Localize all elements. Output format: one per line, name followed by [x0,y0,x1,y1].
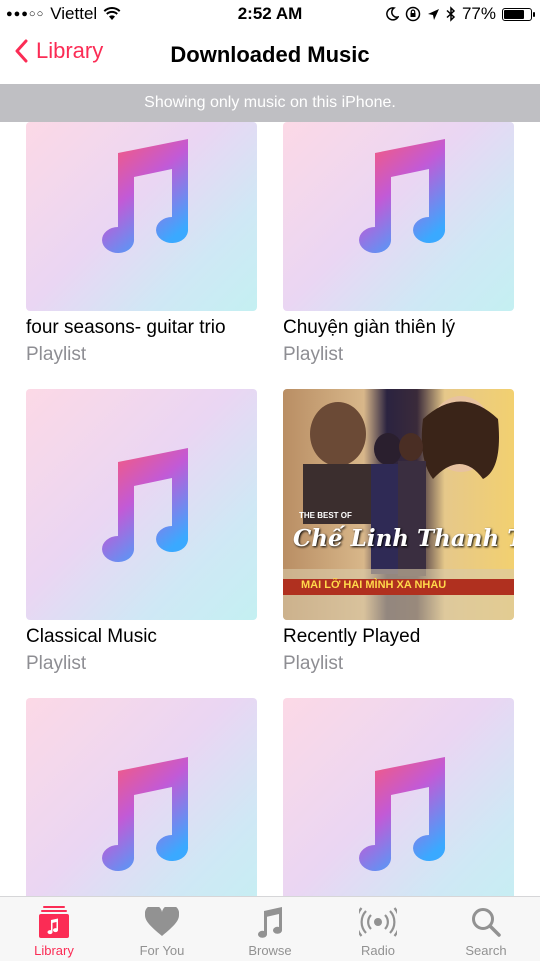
tab-bar: Library For You Browse Radio Search [0,896,540,961]
playlist-tile[interactable] [283,698,514,896]
playlist-tile[interactable]: four seasons- guitar trio Playlist [26,122,257,366]
tab-label: Search [465,943,507,958]
music-note-icon [101,756,188,871]
playlist-tile[interactable]: Classical Music Playlist [26,389,257,675]
playlist-type: Playlist [26,653,87,674]
playlist-tile[interactable]: Chuyện giàn thiên lý Playlist [283,122,514,366]
tab-library[interactable]: Library [0,897,108,961]
playlist-tile[interactable]: THE BEST OF Chế Linh Thanh Tuyền MAI LỠ … [283,389,514,675]
music-note-icon [101,138,188,253]
playlist-tile[interactable] [26,698,257,896]
tab-radio[interactable]: Radio [324,897,432,961]
cover-text-line2: Chế Linh Thanh Tuyền [293,525,514,552]
playlist-artwork [26,389,257,620]
cover-text-line3: MAI LỠ HAI MÌNH XA NHAU [301,579,447,591]
playlist-name: four seasons- guitar trio [26,317,226,338]
playlist-type: Playlist [26,344,87,365]
rotation-lock-icon [405,6,421,22]
music-note-icon [101,447,188,562]
battery-icon [502,7,535,21]
tab-label: Library [34,943,74,958]
music-note-icon [358,756,445,871]
bluetooth-icon [446,6,456,22]
status-bar: ●●●○○ Viettel 2:52 AM 77% [0,0,540,28]
status-right: 77% [385,4,535,24]
tab-label: Browse [248,943,292,958]
heart-icon [145,907,179,936]
playlist-type: Playlist [283,653,344,674]
library-icon [39,906,69,938]
cover-text-line1: THE BEST OF [299,511,352,520]
playlist-name: Classical Music [26,626,157,647]
playlist-artwork [26,122,257,311]
playlist-name: Recently Played [283,626,421,647]
playlist-name: Chuyện giàn thiên lý [283,317,456,338]
tab-label: Radio [361,943,395,958]
search-icon [472,908,501,937]
playlist-artwork [283,122,514,311]
playlist-type: Playlist [283,344,344,365]
playlist-artwork [283,698,514,896]
album-cover: THE BEST OF Chế Linh Thanh Tuyền MAI LỠ … [283,389,514,620]
location-icon [427,8,439,20]
battery-fill [504,9,524,19]
battery-percent: 77% [461,4,496,23]
tab-search[interactable]: Search [432,897,540,961]
radio-icon [359,907,397,937]
music-note-icon [358,138,445,253]
moon-icon [386,7,399,21]
tab-for-you[interactable]: For You [108,897,216,961]
page-title: Downloaded Music [170,42,370,67]
tab-label: For You [139,943,185,958]
playlist-grid: four seasons- guitar trio Playlist Chuyệ… [0,122,540,896]
playlist-artwork [26,698,257,896]
nav-bar: Library Downloaded Music [0,28,540,84]
tab-browse[interactable]: Browse [216,897,324,961]
music-note-icon [258,907,283,938]
offline-banner: Showing only music on this iPhone. [0,84,540,122]
